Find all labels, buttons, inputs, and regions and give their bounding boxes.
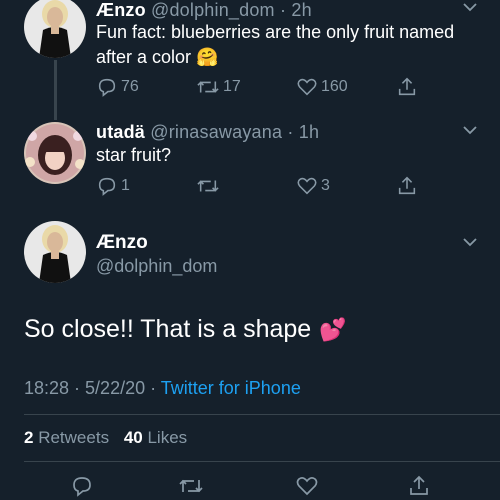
share-icon [410, 475, 428, 495]
share-button[interactable] [407, 474, 431, 500]
chevron-down-icon[interactable] [462, 2, 478, 12]
reply-button[interactable]: 76 [96, 75, 139, 99]
author-handle[interactable]: @rinasawayana [150, 122, 282, 142]
main-tweet-actions [0, 474, 500, 500]
reply-count: 76 [121, 78, 139, 95]
avatar-enzo-main[interactable] [24, 221, 86, 283]
main-author-name[interactable]: Ænzo [96, 232, 148, 254]
author-name[interactable]: Ænzo [96, 0, 146, 20]
like-count: 3 [321, 177, 330, 194]
reply-button[interactable]: 1 [96, 174, 130, 198]
reply-icon [98, 177, 116, 196]
divider [24, 414, 500, 415]
tweet-actions: 76 17 160 [96, 75, 426, 99]
tweet-header: utadä @rinasawayana · 1h [96, 122, 319, 143]
main-tweet-text: So close!! That is a shape 💕 [24, 315, 347, 344]
tweet-stats: 2 Retweets 40 Likes [24, 428, 197, 448]
heart-icon [297, 78, 317, 96]
avatar-enzo[interactable] [24, 0, 86, 58]
two-hearts-emoji: 💕 [319, 316, 347, 342]
tweet-meta: 18:28 · 5/22/20 · Twitter for iPhone [24, 378, 301, 399]
reply-button[interactable] [70, 474, 94, 500]
main-author-handle[interactable]: @dolphin_dom [96, 256, 217, 277]
tweet-timestamp: 18:28 · 5/22/20 · [24, 378, 161, 398]
likes-count[interactable]: 40 [124, 428, 143, 447]
retweet-button[interactable] [196, 174, 223, 198]
like-button[interactable] [295, 474, 319, 500]
chevron-down-icon[interactable] [462, 125, 478, 135]
avatar-utada[interactable] [24, 122, 86, 184]
retweet-button[interactable]: 17 [196, 75, 241, 99]
share-button[interactable] [396, 174, 418, 198]
share-button[interactable] [396, 75, 418, 99]
chevron-down-icon[interactable] [462, 237, 478, 247]
share-icon [398, 77, 416, 96]
retweet-count: 17 [223, 78, 241, 95]
tweet-text: star fruit? [96, 145, 172, 165]
tweet-1[interactable]: Ænzo @dolphin_dom · 2h Fun fact: blueber… [0, 0, 500, 120]
thread-line [54, 60, 57, 120]
author-handle[interactable]: @dolphin_dom [151, 0, 275, 20]
divider [24, 461, 500, 462]
tweet-2[interactable]: utadä @rinasawayana · 1h star fruit? 1 3 [0, 115, 500, 220]
retweet-icon [197, 81, 219, 93]
heart-icon [297, 177, 317, 195]
likes-label[interactable]: Likes [147, 428, 187, 447]
tweet-thread-screen: Ænzo @dolphin_dom · 2h Fun fact: blueber… [0, 0, 500, 500]
retweets-count[interactable]: 2 [24, 428, 33, 447]
main-tweet-text-content: So close!! That is a shape [24, 315, 312, 343]
tweet-text: Fun fact: blueberries are the only fruit… [96, 20, 476, 70]
tweet-text-content: Fun fact: blueberries are the only fruit… [96, 22, 455, 67]
like-button[interactable]: 160 [296, 75, 348, 99]
tweet-actions: 1 3 [96, 174, 426, 198]
retweet-icon [179, 479, 203, 493]
share-icon [398, 176, 416, 195]
reply-icon [73, 477, 91, 497]
tweet-time: · 2h [279, 0, 312, 20]
retweet-button[interactable] [178, 474, 204, 500]
author-name[interactable]: utadä [96, 122, 145, 142]
tweet-header: Ænzo @dolphin_dom · 2h [96, 0, 312, 21]
like-count: 160 [321, 78, 348, 95]
reply-icon [98, 78, 116, 97]
retweets-label[interactable]: Retweets [38, 428, 109, 447]
tweet-time: · 1h [287, 122, 320, 142]
retweet-icon [197, 180, 219, 192]
like-button[interactable]: 3 [296, 174, 330, 198]
heart-icon [296, 477, 318, 496]
reply-count: 1 [121, 177, 130, 194]
hugging-face-emoji: 🤗 [196, 47, 219, 67]
tweet-source-link[interactable]: Twitter for iPhone [161, 378, 301, 398]
